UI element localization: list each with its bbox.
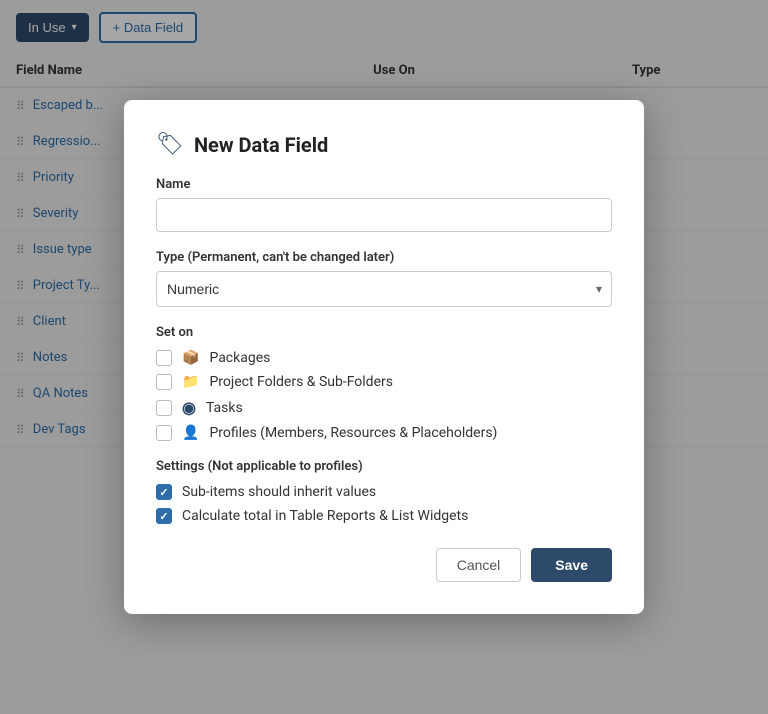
checkbox-tasks[interactable] (156, 400, 172, 416)
tag-icon: 🏷 (156, 132, 184, 157)
set-on-item-tasks: ◉ Tasks (156, 398, 612, 417)
checkbox-calculate-total[interactable] (156, 508, 172, 524)
modal-title: New Data Field (194, 133, 328, 157)
name-label: Name (156, 177, 612, 192)
set-on-items: 📦 Packages 📁 Project Folders & Sub-Folde… (156, 350, 612, 441)
type-label: Type (Permanent, can't be changed later) (156, 250, 612, 265)
profile-icon: 👤 (182, 425, 199, 441)
modal-footer: Cancel Save (156, 548, 612, 582)
set-on-item-packages: 📦 Packages (156, 350, 612, 366)
new-data-field-modal: 🏷 New Data Field Name Type (Permanent, c… (124, 100, 644, 614)
sub-items-label: Sub-items should inherit values (182, 484, 376, 500)
calculate-total-label: Calculate total in Table Reports & List … (182, 508, 468, 524)
type-select[interactable]: Numeric Text Date Picklist Checkbox (156, 271, 612, 307)
settings-item-calculate-total: Calculate total in Table Reports & List … (156, 508, 612, 524)
set-on-item-project-folders: 📁 Project Folders & Sub-Folders (156, 374, 612, 390)
modal-overlay: 🏷 New Data Field Name Type (Permanent, c… (0, 0, 768, 714)
set-on-item-profiles: 👤 Profiles (Members, Resources & Placeho… (156, 425, 612, 441)
checkbox-sub-items-inherit[interactable] (156, 484, 172, 500)
tasks-icon: ◉ (182, 398, 196, 417)
settings-item-sub-items: Sub-items should inherit values (156, 484, 612, 500)
type-select-wrap: Numeric Text Date Picklist Checkbox ▾ (156, 271, 612, 307)
folder-icon: 📁 (182, 374, 199, 390)
cancel-button[interactable]: Cancel (436, 548, 522, 582)
packages-icon: 📦 (182, 350, 199, 366)
profiles-label: Profiles (Members, Resources & Placehold… (209, 425, 497, 441)
checkbox-profiles[interactable] (156, 425, 172, 441)
packages-label: Packages (209, 350, 270, 366)
save-button[interactable]: Save (531, 548, 612, 582)
project-folders-label: Project Folders & Sub-Folders (209, 374, 393, 390)
set-on-group: Set on 📦 Packages 📁 Project Folders & Su… (156, 325, 612, 441)
checkbox-packages[interactable] (156, 350, 172, 366)
type-field-group: Type (Permanent, can't be changed later)… (156, 250, 612, 307)
name-input[interactable] (156, 198, 612, 232)
name-field-group: Name (156, 177, 612, 232)
settings-items: Sub-items should inherit values Calculat… (156, 484, 612, 524)
set-on-label: Set on (156, 325, 612, 340)
modal-title-row: 🏷 New Data Field (156, 132, 612, 157)
tasks-label: Tasks (206, 400, 243, 416)
checkbox-project-folders[interactable] (156, 374, 172, 390)
settings-group: Settings (Not applicable to profiles) Su… (156, 459, 612, 524)
settings-label: Settings (Not applicable to profiles) (156, 459, 612, 474)
